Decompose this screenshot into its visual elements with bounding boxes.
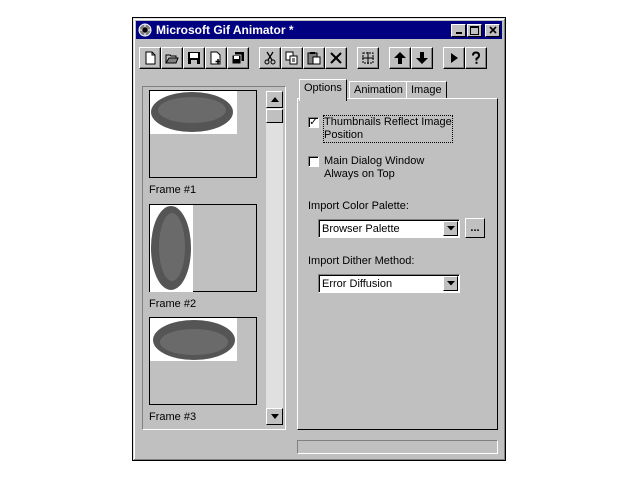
chevron-down-icon (446, 226, 455, 231)
dropdown-button[interactable] (443, 276, 458, 291)
app-window: Microsoft Gif Animator * Frame #1 Frame … (132, 17, 506, 461)
close-icon (488, 26, 497, 34)
import-dither-method-label: Import Dither Method: (308, 255, 415, 267)
dither-method-select[interactable]: Error Diffusion (318, 274, 460, 293)
cut-icon (264, 51, 276, 65)
frame-thumbnail-box[interactable] (149, 204, 257, 292)
frame-item[interactable]: Frame #3 (149, 317, 257, 423)
help-icon (472, 51, 481, 64)
window-title: Microsoft Gif Animator * (156, 23, 294, 37)
triangle-down-icon (270, 414, 279, 419)
paste-icon (307, 52, 321, 65)
thumbnails-reflect-label-line1: Thumbnails Reflect Image (324, 116, 452, 128)
frame-label: Frame #1 (149, 184, 197, 196)
color-palette-value: Browser Palette (322, 223, 400, 235)
open-icon (165, 54, 179, 64)
thumbnails-reflect-checkbox[interactable]: ✓ (308, 117, 319, 128)
scroll-down-button[interactable] (266, 408, 283, 425)
frame-item[interactable]: Frame #2 (149, 204, 257, 310)
palette-browse-button[interactable]: ... (465, 218, 485, 238)
gif-animator-app-icon[interactable] (138, 23, 152, 37)
maximize-icon (470, 25, 479, 35)
minimize-icon (455, 32, 462, 34)
frames-scrollbar[interactable] (266, 91, 283, 425)
frame-label: Frame #2 (149, 298, 197, 310)
frame-thumbnail-image (150, 91, 237, 134)
copy-icon (285, 51, 298, 65)
insert-button[interactable] (205, 47, 227, 69)
status-bar (297, 440, 498, 454)
frame-thumbnail-box[interactable] (149, 317, 257, 405)
thumbnails-reflect-label-line2: Position (324, 129, 364, 141)
save-icon (188, 52, 200, 64)
frame-thumbnail-image (150, 318, 237, 361)
thumbnails-reflect-label[interactable]: Thumbnails Reflect Image Position (323, 115, 453, 143)
scroll-thumb[interactable] (266, 109, 283, 123)
move-up-button[interactable] (389, 47, 411, 69)
select-all-button[interactable] (357, 47, 379, 69)
move-down-button[interactable] (411, 47, 433, 69)
copy-button[interactable] (281, 47, 303, 69)
paste-button[interactable] (303, 47, 325, 69)
open-button[interactable] (161, 47, 183, 69)
tab-options[interactable]: Options (299, 79, 347, 101)
triangle-up-icon (270, 97, 279, 102)
frame-label: Frame #3 (149, 411, 197, 423)
frame-thumbnail-box[interactable] (149, 90, 257, 178)
play-button[interactable] (443, 47, 465, 69)
main-dialog-on-top-label[interactable]: Main Dialog Window Always on Top (324, 155, 424, 181)
select-all-icon (362, 52, 374, 64)
play-icon (451, 53, 458, 63)
dither-method-value: Error Diffusion (322, 278, 393, 290)
main-dialog-label-line2: Always on Top (324, 168, 395, 180)
check-mark-icon: ✓ (309, 116, 318, 128)
options-tab-panel: ✓ Thumbnails Reflect Image Position Main… (297, 98, 498, 430)
save-button[interactable] (183, 47, 205, 69)
dropdown-button[interactable] (443, 221, 458, 236)
new-icon (145, 51, 156, 65)
move-down-icon (416, 52, 428, 64)
insert-icon (210, 51, 221, 65)
toolbar (139, 46, 487, 70)
maximize-button[interactable] (467, 23, 482, 37)
save-as-button[interactable] (227, 47, 249, 69)
scroll-up-button[interactable] (266, 91, 283, 108)
delete-button[interactable] (325, 47, 347, 69)
frames-panel: Frame #1 Frame #2 Frame #3 (142, 86, 286, 430)
minimize-button[interactable] (451, 23, 466, 37)
cut-button[interactable] (259, 47, 281, 69)
new-button[interactable] (139, 47, 161, 69)
save-as-icon (231, 52, 244, 65)
import-color-palette-label: Import Color Palette: (308, 200, 409, 212)
main-dialog-on-top-checkbox[interactable] (308, 156, 319, 167)
help-button[interactable] (465, 47, 487, 69)
close-button[interactable] (485, 23, 500, 37)
title-bar[interactable]: Microsoft Gif Animator * (136, 21, 502, 39)
frame-item[interactable]: Frame #1 (149, 90, 257, 196)
chevron-down-icon (446, 281, 455, 286)
delete-icon (330, 52, 342, 64)
main-dialog-label-line1: Main Dialog Window (324, 155, 425, 167)
color-palette-select[interactable]: Browser Palette (318, 219, 460, 238)
move-up-icon (394, 52, 406, 64)
frame-thumbnail-image (150, 205, 193, 292)
